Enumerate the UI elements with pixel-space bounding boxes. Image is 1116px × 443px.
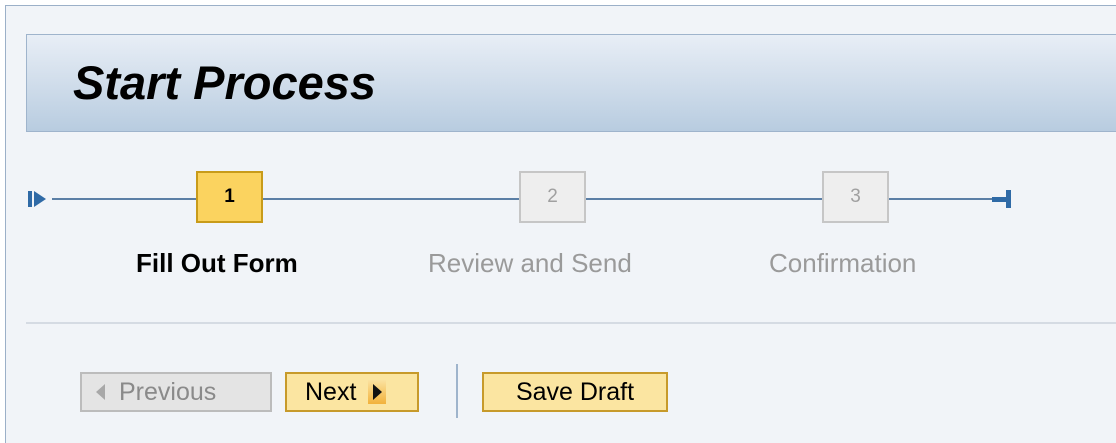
step-number: 2 — [547, 186, 558, 207]
arrow-right-icon — [368, 380, 387, 404]
next-button-label: Next — [305, 377, 357, 406]
step-number: 1 — [224, 186, 235, 207]
roadmap-line — [586, 198, 822, 200]
roadmap-step-2-label[interactable]: Review and Send — [428, 248, 632, 279]
arrow-left-icon — [96, 384, 105, 400]
page-title: Start Process — [73, 56, 377, 109]
roadmap-start-icon — [28, 191, 46, 207]
toolbar-separator — [456, 364, 458, 418]
step-number: 3 — [850, 186, 861, 207]
roadmap-step-1[interactable]: 1 — [196, 171, 263, 223]
roadmap: 1 2 3 Fill Out Form Review and Send Conf… — [26, 150, 1116, 300]
next-button[interactable]: Next — [285, 372, 419, 412]
roadmap-end-icon — [992, 190, 1011, 208]
roadmap-step-3[interactable]: 3 — [822, 171, 889, 223]
section-divider — [26, 322, 1116, 324]
roadmap-line — [263, 198, 519, 200]
previous-button-label: Previous — [119, 377, 217, 406]
roadmap-line — [52, 198, 196, 200]
save-draft-button-label: Save Draft — [515, 377, 635, 406]
page-header: Start Process — [26, 34, 1116, 132]
save-draft-button[interactable]: Save Draft — [482, 372, 668, 412]
previous-button[interactable]: Previous — [80, 372, 272, 412]
roadmap-step-2[interactable]: 2 — [519, 171, 586, 223]
roadmap-line — [889, 198, 999, 200]
roadmap-step-3-label[interactable]: Confirmation — [769, 248, 916, 279]
roadmap-step-1-label[interactable]: Fill Out Form — [136, 248, 298, 279]
